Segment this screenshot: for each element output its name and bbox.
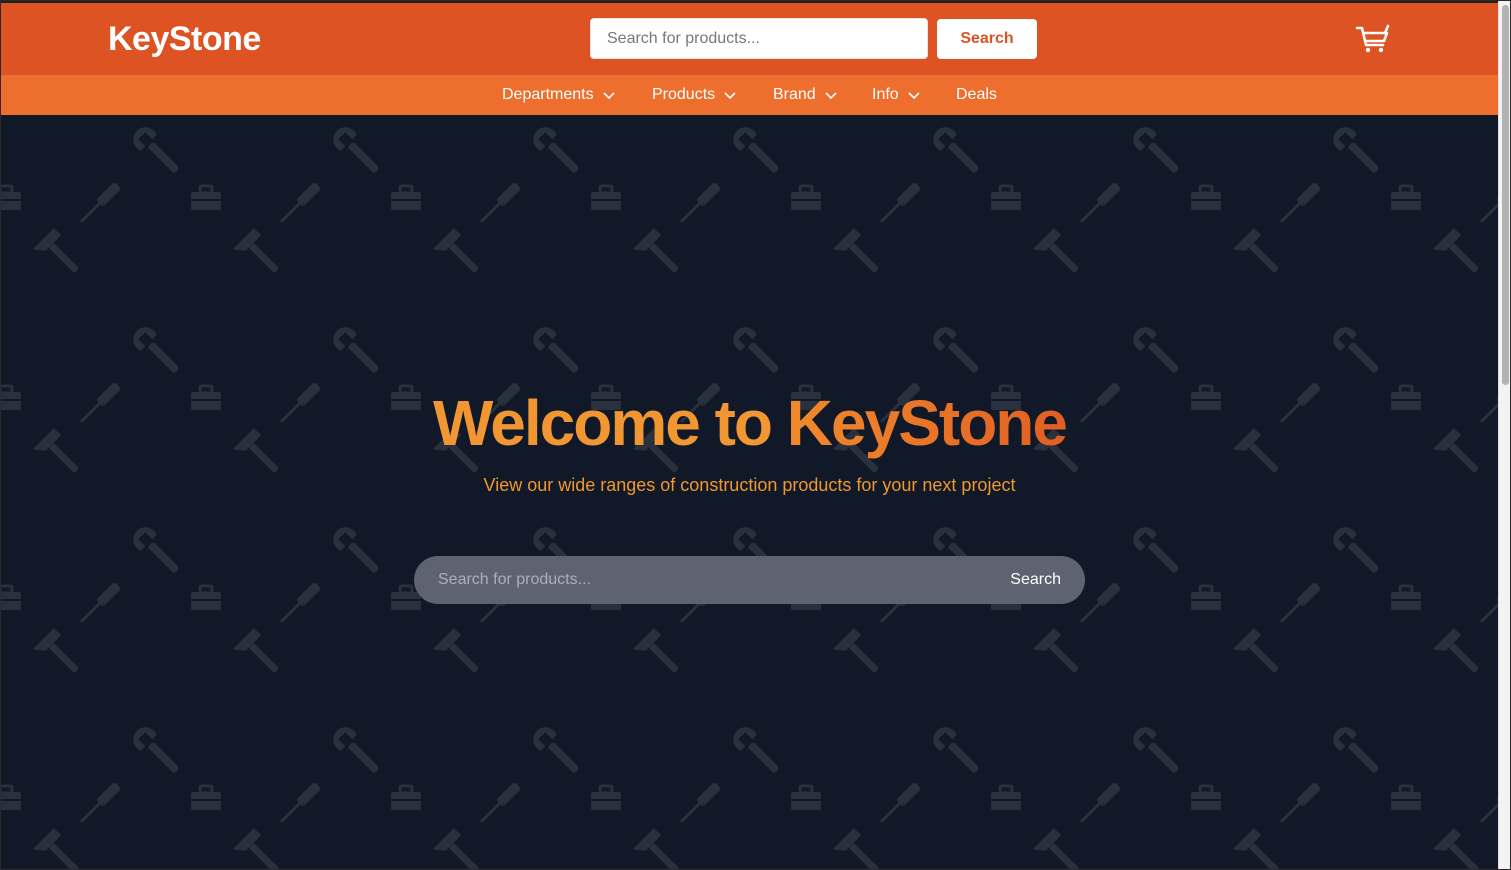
hero-subtitle: View our wide ranges of construction pro… xyxy=(483,475,1016,495)
logo[interactable]: KeyStone xyxy=(108,20,261,58)
hero-title-welcome: Welcome to xyxy=(433,387,773,459)
page-scrollbar[interactable] xyxy=(1498,1,1510,869)
header: KeyStone Search xyxy=(1,1,1498,75)
hero-search-input[interactable] xyxy=(414,556,974,604)
hero-search-bar: Search xyxy=(414,556,1085,604)
nav-info-label: Info xyxy=(872,86,899,103)
hero-title: Welcome to KeyStone xyxy=(1,387,1498,459)
nav-deals-label: Deals xyxy=(956,86,997,103)
chevron-down-icon xyxy=(825,92,837,99)
chevron-down-icon xyxy=(603,92,615,99)
nav-brand-label: Brand xyxy=(773,86,816,103)
chevron-down-icon xyxy=(908,92,920,99)
nav-info[interactable]: Info xyxy=(872,75,921,115)
nav-deals[interactable]: Deals xyxy=(956,75,997,115)
hero-title-brand: KeyStone xyxy=(786,387,1068,459)
nav-brand[interactable]: Brand xyxy=(773,75,838,115)
header-search-input[interactable] xyxy=(590,18,928,59)
nav-products-label: Products xyxy=(652,86,716,103)
scrollbar-thumb[interactable] xyxy=(1502,5,1509,385)
cart-button[interactable] xyxy=(1355,23,1391,55)
nav-departments-label: Departments xyxy=(502,86,594,103)
page: KeyStone Search Departments Products Bra… xyxy=(0,0,1511,870)
main-nav: Departments Products Brand Info Deals xyxy=(1,75,1498,115)
chevron-down-icon xyxy=(724,92,736,99)
hero-search-button[interactable]: Search xyxy=(996,560,1075,600)
cart-icon xyxy=(1355,24,1390,53)
nav-departments[interactable]: Departments xyxy=(502,75,616,115)
hero-section: Welcome to KeyStone View our wide ranges… xyxy=(1,115,1498,869)
nav-products[interactable]: Products xyxy=(652,75,737,115)
header-search-button[interactable]: Search xyxy=(937,19,1037,59)
